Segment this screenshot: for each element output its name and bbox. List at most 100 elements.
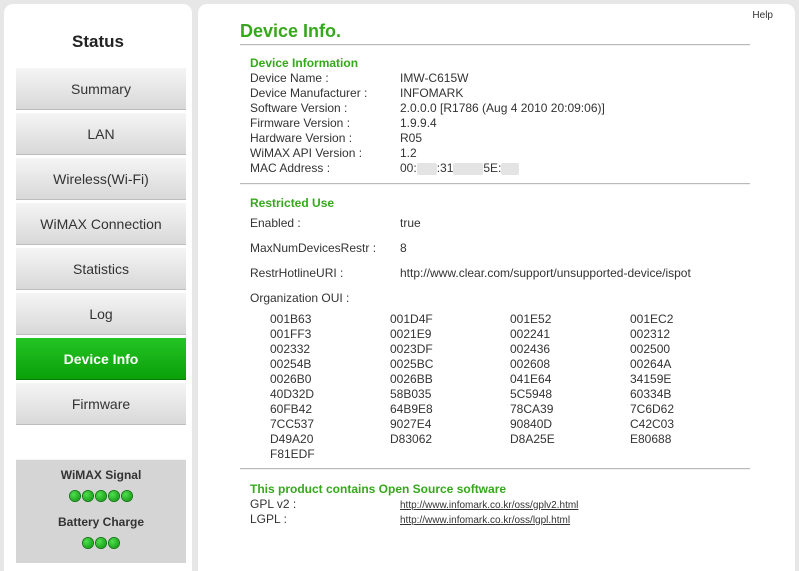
- info-row-software-version: Software Version : 2.0.0.0 [R1786 (Aug 4 …: [250, 101, 605, 115]
- restricted-label: MaxNumDevicesRestr :: [250, 241, 377, 255]
- battery-charge-indicator: [16, 538, 186, 548]
- info-row-firmware-version: Firmware Version : 1.9.9.4: [250, 116, 437, 130]
- sidebar-nav: Summary LAN Wireless(Wi-Fi) WiMAX Connec…: [16, 67, 186, 427]
- restricted-value: 8: [400, 241, 407, 255]
- oui-item: 041E64: [510, 372, 552, 386]
- oui-item: 60334B: [630, 387, 672, 401]
- oui-item: 002312: [630, 327, 671, 341]
- restricted-label: RestrHotlineURI :: [250, 266, 344, 280]
- page-title: Device Info.: [240, 21, 342, 41]
- sidebar-item-statistics[interactable]: Statistics: [16, 247, 186, 290]
- gpl-row: GPL v2 : http://www.infomark.co.kr/oss/gp…: [250, 497, 578, 511]
- battery-dot-icon: [83, 538, 93, 548]
- info-row-hardware-version: Hardware Version : R05: [250, 131, 422, 145]
- mac-part: :31: [436, 161, 454, 175]
- oui-item: C42C03: [630, 417, 675, 431]
- info-value: INFOMARK: [400, 86, 464, 100]
- battery-charge-label: Battery Charge: [57, 515, 145, 529]
- restricted-row-max-devices: MaxNumDevicesRestr : 8: [250, 241, 407, 255]
- oui-item: 001EC2: [630, 312, 674, 326]
- oui-item: 34159E: [630, 372, 672, 386]
- oui-item: 002500: [630, 342, 671, 356]
- oui-item: 00264A: [630, 357, 672, 371]
- restricted-row-hotline: RestrHotlineURI : http://www.clear.com/su…: [250, 266, 691, 280]
- oui-item: 0026BB: [390, 372, 433, 386]
- lgpl-link[interactable]: http://www.infomark.co.kr/oss/lgpl.html: [400, 515, 570, 526]
- info-label: Device Manufacturer :: [250, 86, 368, 100]
- oui-item: 00254B: [270, 357, 312, 371]
- info-row-wimax-api-version: WiMAX API Version : 1.2: [250, 146, 417, 160]
- sidebar-item-device-info[interactable]: Device Info: [16, 337, 186, 380]
- oui-item: 40D32D: [270, 387, 315, 401]
- oui-item: 0026B0: [270, 372, 312, 386]
- oui-item: E80688: [630, 432, 672, 446]
- info-label: Software Version :: [250, 101, 348, 115]
- oui-item: 001B63: [270, 312, 312, 326]
- restricted-label: Organization OUI :: [250, 291, 350, 305]
- oui-item: 5C5948: [510, 387, 553, 401]
- gpl-link[interactable]: http://www.infomark.co.kr/oss/gplv2.html: [400, 500, 578, 511]
- battery-dot-icon: [96, 538, 106, 548]
- signal-status-box: WiMAX Signal Battery Charge: [16, 459, 186, 563]
- redacted-block: [453, 162, 484, 175]
- oui-item: 0025BC: [390, 357, 434, 371]
- signal-dot-icon: [83, 491, 93, 501]
- signal-dot-icon: [96, 491, 106, 501]
- redacted-block: [501, 162, 520, 175]
- restricted-value: true: [400, 216, 421, 230]
- open-source-heading: This product contains Open Source softwa…: [250, 482, 507, 496]
- oui-item: 58B035: [390, 387, 432, 401]
- info-label: Firmware Version :: [250, 116, 351, 130]
- signal-dot-icon: [109, 491, 119, 501]
- gpl-label: GPL v2 :: [250, 497, 297, 511]
- oui-list: 001B63 001D4F 001E52 001EC2 001FF3 0021E9 0022…: [270, 312, 750, 462]
- oui-item: F81EDF: [270, 447, 315, 461]
- sidebar-item-summary[interactable]: Summary: [16, 67, 186, 110]
- info-row-mac-address: MAC Address : 00: :31 5E:: [250, 161, 520, 175]
- oui-item: 002241: [510, 327, 551, 341]
- sidebar-item-firmware[interactable]: Firmware: [16, 382, 186, 425]
- oui-item: 9027E4: [390, 417, 432, 431]
- oui-item: D8A25E: [510, 432, 555, 446]
- signal-dot-icon: [122, 491, 132, 501]
- restricted-label: Enabled :: [250, 216, 301, 230]
- sidebar-item-lan[interactable]: LAN: [16, 112, 186, 155]
- oui-item: 002608: [510, 357, 551, 371]
- info-value: 1.2: [400, 146, 417, 160]
- restricted-value: http://www.clear.com/support/unsupported…: [400, 266, 691, 280]
- lgpl-row: LGPL : http://www.infomark.co.kr/oss/lgpl…: [250, 512, 570, 526]
- lgpl-label: LGPL :: [250, 512, 287, 526]
- wimax-signal-indicator: [16, 491, 186, 501]
- battery-dot-icon: [109, 538, 119, 548]
- oui-item: 002436: [510, 342, 551, 356]
- help-link[interactable]: Help: [752, 10, 773, 21]
- wimax-signal-label: WiMAX Signal: [60, 468, 142, 482]
- oui-item: 7C6D62: [630, 402, 675, 416]
- oui-item: 001E52: [510, 312, 552, 326]
- info-label: WiMAX API Version :: [250, 146, 363, 160]
- restricted-use-heading: Restricted Use: [250, 196, 335, 210]
- oui-item: 0021E9: [390, 327, 432, 341]
- oui-item: 78CA39: [510, 402, 554, 416]
- info-value: 1.9.9.4: [400, 116, 437, 130]
- divider: [240, 468, 750, 470]
- oui-item: 001D4F: [390, 312, 433, 326]
- sidebar-item-wireless[interactable]: Wireless(Wi-Fi): [16, 157, 186, 200]
- info-label: MAC Address :: [250, 161, 331, 175]
- oui-item: 90840D: [510, 417, 553, 431]
- info-value: 2.0.0.0 [R1786 (Aug 4 2010 20:09:06)]: [400, 101, 605, 115]
- info-value: R05: [400, 131, 423, 145]
- divider: [240, 183, 750, 185]
- info-value: IMW-C615W: [400, 71, 469, 85]
- restricted-row-oui: Organization OUI :: [250, 291, 400, 305]
- oui-item: 002332: [270, 342, 311, 356]
- oui-item: 7CC537: [270, 417, 315, 431]
- mac-part: 00:: [400, 161, 417, 175]
- mac-part: 5E:: [483, 161, 502, 175]
- signal-dot-icon: [70, 491, 80, 501]
- sidebar-item-wimax-connection[interactable]: WiMAX Connection: [16, 202, 186, 245]
- sidebar-item-log[interactable]: Log: [16, 292, 186, 335]
- oui-item: 0023DF: [390, 342, 433, 356]
- oui-item: 60FB42: [270, 402, 313, 416]
- redacted-block: [416, 162, 437, 175]
